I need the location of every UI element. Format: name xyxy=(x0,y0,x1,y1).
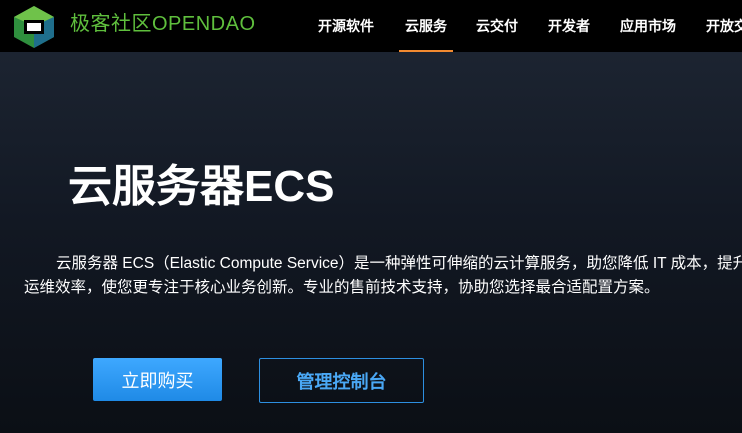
opendao-logo-icon[interactable] xyxy=(8,4,60,48)
nav-item-cloud-service[interactable]: 云服务 xyxy=(399,0,453,52)
hero-banner: 云服务器ECS 云服务器 ECS（Elastic Compute Service… xyxy=(0,52,742,433)
nav-item-developer[interactable]: 开发者 xyxy=(548,0,590,52)
brand-name[interactable]: 极客社区OPENDAO xyxy=(70,10,256,38)
nav-item-cloud-delivery[interactable]: 云交付 xyxy=(476,0,518,52)
management-console-button[interactable]: 管理控制台 xyxy=(259,358,424,403)
buy-now-button[interactable]: 立即购买 xyxy=(93,358,222,401)
top-navbar: 极客社区OPENDAO 开源软件 云服务 云交付 开发者 应用市场 开放交 xyxy=(0,0,742,52)
nav-item-app-market[interactable]: 应用市场 xyxy=(620,0,676,52)
nav-item-open-exchange[interactable]: 开放交 xyxy=(706,0,742,52)
page-title: 云服务器ECS xyxy=(68,162,335,211)
product-description: 云服务器 ECS（Elastic Compute Service）是一种弹性可伸… xyxy=(24,255,742,296)
nav-item-open-source[interactable]: 开源软件 xyxy=(318,0,374,52)
